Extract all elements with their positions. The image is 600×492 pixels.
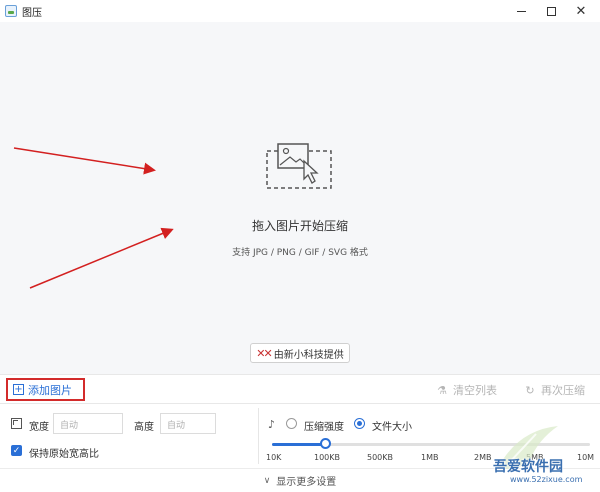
add-image-button[interactable]: + 添加图片	[6, 378, 85, 401]
annotation-arrows	[13, 147, 174, 289]
arrow-upper	[13, 147, 156, 175]
drop-title: 拖入图片开始压缩	[251, 219, 348, 233]
mode-filesize-label: 文件大小	[372, 422, 412, 433]
app-icon	[5, 5, 17, 17]
show-more-label: 显示更多设置	[276, 477, 337, 488]
height-label: 高度	[134, 422, 154, 433]
size-slider-fill	[272, 443, 326, 446]
watermark-url: www.52zixue.com	[510, 475, 583, 484]
mode-strength-label: 压缩强度	[304, 422, 344, 433]
add-image-label: 添加图片	[28, 383, 72, 397]
minimize-button[interactable]	[506, 0, 536, 22]
resize-icon	[11, 418, 22, 429]
image-drop-icon	[266, 143, 332, 189]
slider-tick: 10K	[266, 453, 282, 462]
keep-ratio-label: 保持原始宽高比	[29, 449, 99, 460]
slider-tick: 1MB	[421, 453, 439, 462]
broom-icon: ⚗	[437, 383, 447, 397]
clear-list-label: 清空列表	[453, 384, 497, 397]
plus-icon: +	[13, 383, 24, 395]
toolbar: + 添加图片 ⚗ 清空列表 ↻ 再次压缩	[0, 374, 600, 404]
link-icon: ♪	[268, 418, 276, 431]
brand-logo-icon: ✕✕	[256, 346, 273, 360]
slider-tick: 500KB	[367, 453, 394, 462]
width-input[interactable]: 自动	[53, 413, 123, 434]
keep-ratio-checkbox[interactable]: ✓	[11, 445, 22, 456]
height-input[interactable]: 自动	[160, 413, 216, 434]
maximize-button[interactable]	[536, 0, 566, 22]
credit-label: 由新小科技提供	[273, 349, 344, 361]
title-bar: 图压 ✕	[0, 0, 600, 22]
arrow-lower	[29, 227, 174, 289]
close-icon: ✕	[575, 3, 587, 19]
credit-button[interactable]: ✕✕ 由新小科技提供	[250, 343, 350, 363]
window-title: 图压	[22, 8, 42, 19]
chevron-down-icon: ∨	[263, 475, 271, 486]
mode-strength-radio[interactable]	[286, 418, 297, 429]
slider-tick: 2MB	[474, 453, 492, 462]
width-label: 宽度	[29, 422, 49, 433]
maximize-icon	[546, 6, 556, 16]
drop-subtitle: 支持 JPG / PNG / GIF / SVG 格式	[232, 248, 368, 258]
recompress-button[interactable]: ↻ 再次压缩	[524, 382, 585, 398]
clear-list-button[interactable]: ⚗ 清空列表	[436, 382, 497, 398]
size-slider-thumb[interactable]	[320, 438, 331, 449]
settings-divider	[258, 408, 259, 464]
check-icon: ✓	[12, 445, 21, 456]
minimize-icon	[516, 10, 526, 12]
drop-zone[interactable]: 拖入图片开始压缩 支持 JPG / PNG / GIF / SVG 格式	[0, 22, 600, 374]
refresh-icon: ↻	[525, 383, 535, 397]
recompress-label: 再次压缩	[541, 384, 585, 397]
close-button[interactable]: ✕	[566, 0, 596, 22]
slider-tick: 100KB	[314, 453, 341, 462]
watermark-name: 吾爱软件园	[493, 459, 563, 475]
mode-filesize-radio[interactable]	[354, 418, 365, 429]
slider-tick: 10M	[577, 453, 595, 462]
